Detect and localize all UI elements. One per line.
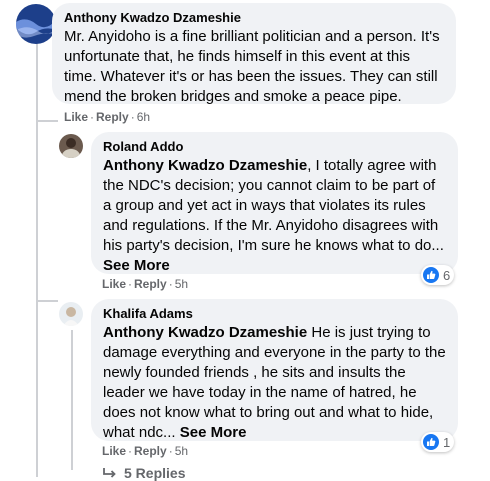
thumbs-up-icon bbox=[423, 267, 439, 283]
see-more-link[interactable]: See More bbox=[180, 424, 247, 441]
comment-body: He is just trying to damage everything a… bbox=[103, 324, 446, 441]
reaction-count[interactable]: 1 bbox=[421, 432, 455, 452]
avatar[interactable] bbox=[59, 302, 83, 326]
mention-link[interactable]: Anthony Kwadzo Dzameshie bbox=[103, 157, 307, 174]
timestamp[interactable]: 5h bbox=[175, 277, 188, 291]
thumbs-up-icon bbox=[423, 434, 439, 450]
comment-text: Mr. Anyidoho is a fine brilliant politic… bbox=[64, 28, 440, 105]
comment-actions: Like · Reply · 6h bbox=[64, 110, 151, 124]
comment-author[interactable]: Roland Addo bbox=[103, 139, 446, 154]
reaction-count-value: 1 bbox=[443, 434, 451, 450]
view-replies-link[interactable]: 5 Replies bbox=[102, 465, 185, 481]
comment-actions: Like · Reply · 5h bbox=[102, 277, 189, 291]
reply-link[interactable]: Reply bbox=[96, 110, 129, 124]
reply-arrow-icon bbox=[103, 468, 116, 478]
reaction-count[interactable]: 6 bbox=[421, 265, 455, 285]
comment-text: Anthony Kwadzo Dzameshie, I totally agre… bbox=[103, 156, 446, 276]
comment-actions: Like · Reply · 5h bbox=[102, 444, 189, 458]
thread-line-branch-1 bbox=[36, 120, 58, 122]
comment-bubble: Roland Addo Anthony Kwadzo Dzameshie, I … bbox=[91, 132, 458, 274]
comment-bubble: Anthony Kwadzo Dzameshie Mr. Anyidoho is… bbox=[52, 3, 456, 105]
like-link[interactable]: Like bbox=[64, 110, 88, 124]
thread-line-branch-2 bbox=[36, 300, 58, 302]
comment-bubble: Khalifa Adams Anthony Kwadzo Dzameshie H… bbox=[91, 299, 458, 441]
avatar[interactable] bbox=[16, 4, 56, 44]
reply-link[interactable]: Reply bbox=[134, 444, 167, 458]
thread-line-main bbox=[36, 42, 38, 477]
see-more-link[interactable]: See More bbox=[103, 257, 170, 274]
reply-link[interactable]: Reply bbox=[134, 277, 167, 291]
thread-line-sub bbox=[71, 330, 73, 470]
comment-text: Anthony Kwadzo Dzameshie He is just tryi… bbox=[103, 323, 446, 443]
timestamp[interactable]: 5h bbox=[175, 444, 188, 458]
view-replies-label: 5 Replies bbox=[124, 465, 186, 481]
like-link[interactable]: Like bbox=[102, 277, 126, 291]
avatar[interactable] bbox=[59, 134, 83, 158]
like-link[interactable]: Like bbox=[102, 444, 126, 458]
comment-author[interactable]: Khalifa Adams bbox=[103, 306, 446, 321]
mention-link[interactable]: Anthony Kwadzo Dzameshie bbox=[103, 324, 307, 341]
comment-author[interactable]: Anthony Kwadzo Dzameshie bbox=[64, 10, 444, 25]
reaction-count-value: 6 bbox=[443, 267, 451, 283]
timestamp[interactable]: 6h bbox=[137, 110, 150, 124]
